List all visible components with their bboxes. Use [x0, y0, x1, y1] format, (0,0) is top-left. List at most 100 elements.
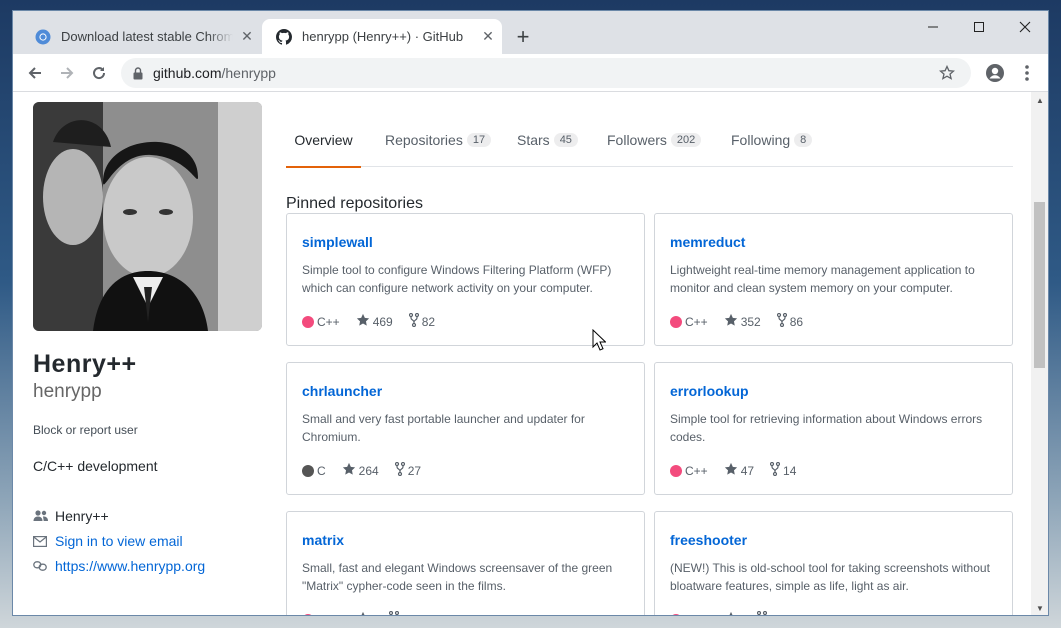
repo-forks[interactable]	[388, 610, 402, 615]
tab-count: 8	[794, 133, 813, 147]
profile-username: henrypp	[33, 381, 102, 402]
repo-language: C++	[670, 613, 708, 615]
link-icon	[33, 561, 49, 571]
profile-website[interactable]: https://www.henrypp.org	[33, 558, 205, 574]
language-color-dot	[302, 464, 314, 477]
maximize-button[interactable]	[956, 11, 1002, 43]
repo-name-link[interactable]: errorlookup	[670, 383, 749, 399]
bookmark-star-icon[interactable]	[938, 64, 956, 84]
repo-name-link[interactable]: chrlauncher	[302, 383, 382, 399]
tab-repositories[interactable]: Repositories 17	[385, 113, 492, 167]
repo-description: (NEW!) This is old-school tool for takin…	[670, 561, 990, 593]
mail-icon	[33, 535, 49, 547]
language-label: C++	[685, 463, 708, 478]
profile-icon[interactable]	[981, 59, 1009, 87]
kebab-menu-icon[interactable]	[1015, 59, 1039, 87]
repo-description: Small and very fast portable launcher an…	[302, 412, 585, 444]
repo-card: memreduct Lightweight real-time memory ma…	[654, 213, 1013, 346]
tab-count: 202	[670, 133, 702, 147]
forward-button[interactable]	[53, 59, 81, 87]
tab-label: Followers	[607, 132, 667, 148]
language-color-dot	[670, 613, 682, 615]
tab-stars[interactable]: Stars 45	[517, 113, 578, 167]
minimize-button[interactable]	[910, 11, 956, 43]
address-bar[interactable]: github.com/henrypp	[121, 58, 971, 88]
forward-arrow-icon	[61, 67, 74, 79]
profile-avatar	[33, 102, 262, 331]
repo-meta: C++	[302, 610, 418, 616]
fork-icon	[408, 312, 422, 330]
close-tab-icon[interactable]: ✕	[474, 28, 502, 45]
star-icon	[342, 462, 359, 479]
repo-forks[interactable]: 86	[776, 312, 803, 330]
fork-count: 27	[407, 463, 422, 478]
browser-toolbar: github.com/henrypp	[13, 54, 1048, 92]
tab-chromium[interactable]: Download latest stable Chromium ✕	[21, 19, 261, 54]
repo-language: C++	[670, 464, 708, 478]
repo-meta: C 264 27	[302, 461, 437, 479]
block-report-link[interactable]: Block or report user	[33, 423, 138, 437]
tab-github[interactable]: henrypp (Henry++) · GitHub ✕	[262, 19, 502, 54]
repo-stars[interactable]: 469	[356, 313, 393, 330]
repo-stars[interactable]: 47	[724, 462, 754, 479]
tab-title: henrypp (Henry++) · GitHub	[302, 29, 464, 44]
scroll-down-icon[interactable]: ▼	[1036, 604, 1044, 613]
repo-stars[interactable]: 352	[724, 313, 761, 330]
fork-icon	[776, 312, 790, 330]
repo-meta: C++ 469 82	[302, 312, 451, 330]
repo-meta: C++ 47 14	[670, 461, 812, 479]
tab-followers[interactable]: Followers 202	[607, 113, 702, 167]
tab-title: Download latest stable Chromium	[61, 29, 233, 44]
website-link[interactable]: https://www.henrypp.org	[55, 558, 205, 574]
profile-bio: C/C++ development	[33, 458, 158, 474]
repo-description: Simple tool for retrieving information a…	[670, 412, 983, 444]
scroll-up-icon[interactable]: ▲	[1036, 96, 1044, 105]
repo-stars[interactable]	[724, 611, 741, 615]
repo-name-link[interactable]: memreduct	[670, 234, 745, 250]
email-link[interactable]: Sign in to view email	[55, 533, 183, 549]
new-tab-button[interactable]: +	[511, 25, 535, 49]
profile-email[interactable]: Sign in to view email	[33, 533, 183, 549]
scroll-thumb[interactable]	[1034, 202, 1045, 368]
back-arrow-icon	[28, 67, 41, 79]
repo-card: errorlookup Simple tool for retrieving in…	[654, 362, 1013, 495]
repo-forks[interactable]: 27	[394, 461, 422, 479]
close-tab-icon[interactable]: ✕	[233, 28, 261, 45]
repo-language: C++	[670, 315, 708, 329]
mouse-cursor-icon	[592, 328, 607, 356]
tab-overview[interactable]: Overview	[286, 113, 361, 168]
fork-count: 14	[783, 463, 797, 478]
lock-icon	[133, 66, 143, 80]
tab-strip: Download latest stable Chromium ✕ henryp…	[13, 11, 1048, 54]
repo-forks[interactable]	[756, 610, 770, 615]
language-color-dot	[670, 315, 682, 328]
repo-meta: C++ 352 86	[670, 312, 819, 330]
star-icon	[724, 611, 741, 615]
tab-count: 17	[466, 133, 492, 147]
repo-forks[interactable]: 14	[769, 461, 797, 479]
repo-forks[interactable]: 82	[408, 312, 435, 330]
tab-following[interactable]: Following 8	[731, 113, 813, 167]
star-count: 264	[358, 463, 379, 478]
close-window-button[interactable]	[1002, 11, 1048, 43]
page-content: Henry++ henrypp Block or report user C/C…	[13, 92, 1033, 616]
browser-window: Download latest stable Chromium ✕ henryp…	[12, 10, 1049, 616]
language-label: C++	[317, 314, 340, 329]
repo-stars[interactable]	[356, 611, 373, 615]
back-button[interactable]	[21, 59, 49, 87]
repo-name-link[interactable]: freeshooter	[670, 532, 747, 548]
vertical-scrollbar[interactable]: ▲ ▼	[1031, 92, 1048, 615]
language-label: C	[317, 463, 326, 478]
repo-name-link[interactable]: simplewall	[302, 234, 373, 250]
tab-label: Repositories	[385, 132, 463, 148]
language-label: C++	[317, 613, 340, 616]
language-color-dot	[670, 464, 682, 477]
repo-card: chrlauncher Small and very fast portable …	[286, 362, 645, 495]
language-label: C++	[685, 314, 708, 329]
language-color-dot	[302, 315, 314, 328]
language-color-dot	[302, 613, 314, 615]
reload-button[interactable]	[85, 59, 113, 87]
repo-stars[interactable]: 264	[342, 462, 379, 479]
repo-name-link[interactable]: matrix	[302, 532, 344, 548]
fork-icon	[769, 461, 783, 479]
